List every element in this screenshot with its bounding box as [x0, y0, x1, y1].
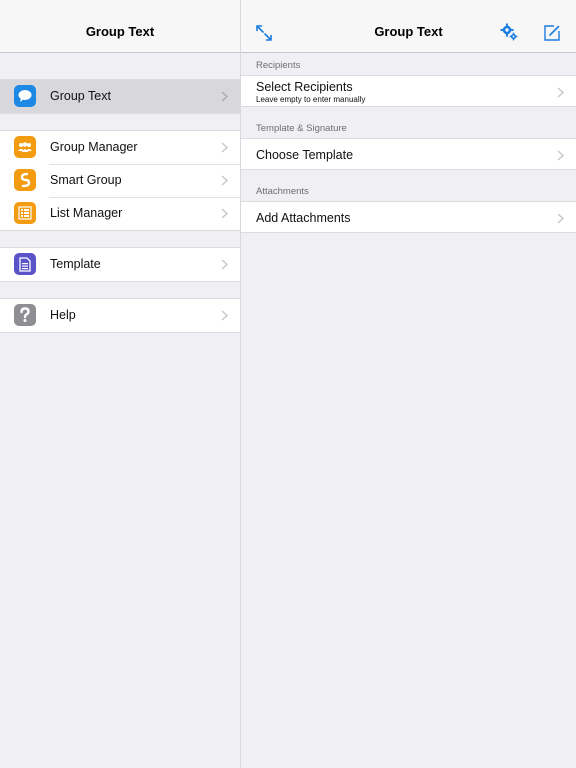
question-mark-icon: [14, 304, 36, 326]
menu-item-label: Group Text: [50, 89, 111, 103]
chevron-right-icon: [557, 87, 564, 98]
smart-group-icon: [14, 169, 36, 191]
section-header-template: Template & Signature: [256, 123, 347, 134]
chevron-right-icon: [557, 213, 564, 224]
chevron-right-icon: [221, 91, 228, 102]
menu-item-group-manager[interactable]: Group Manager: [0, 131, 240, 164]
people-icon: [14, 136, 36, 158]
menu-item-list-manager[interactable]: List Manager: [0, 197, 240, 230]
menu-item-label: Help: [50, 308, 76, 322]
gear-icon[interactable]: [500, 23, 518, 41]
chevron-right-icon: [221, 310, 228, 321]
chevron-right-icon: [557, 150, 564, 161]
choose-template-row[interactable]: Choose Template: [241, 138, 576, 170]
menu-item-label: List Manager: [50, 206, 123, 220]
menu-group-2: Group Manager Smart Group List Manager: [0, 130, 240, 231]
menu-item-label: Smart Group: [50, 173, 122, 187]
menu-item-group-text[interactable]: Group Text: [0, 80, 240, 113]
row-label: Add Attachments: [256, 211, 351, 225]
menu-group-1: Group Text: [0, 79, 240, 114]
menu-item-smart-group[interactable]: Smart Group: [0, 164, 240, 197]
chevron-right-icon: [221, 208, 228, 219]
split-view: Group Text Group Text Group Manager Smar…: [0, 0, 576, 768]
detail-title: Group Text: [374, 24, 443, 39]
compose-icon[interactable]: [543, 24, 561, 42]
speech-bubble-icon: [14, 85, 36, 107]
menu-item-help[interactable]: Help: [0, 299, 240, 332]
section-header-recipients: Recipients: [256, 60, 301, 71]
chevron-right-icon: [221, 259, 228, 270]
detail-navbar: Group Text: [241, 0, 576, 53]
row-sublabel: Leave empty to enter manually: [256, 95, 366, 104]
chevron-right-icon: [221, 142, 228, 153]
detail-pane: Group Text Recipients Select Recipients …: [241, 0, 576, 768]
section-header-attachments: Attachments: [256, 186, 309, 197]
menu-group-4: Help: [0, 298, 240, 333]
row-label: Select Recipients: [256, 80, 353, 94]
row-label: Choose Template: [256, 148, 354, 162]
menu-group-3: Template: [0, 247, 240, 282]
master-navbar: Group Text: [0, 0, 240, 53]
master-pane: Group Text Group Text Group Manager Smar…: [0, 0, 241, 768]
menu-item-label: Group Manager: [50, 140, 138, 154]
select-recipients-row[interactable]: Select Recipients Leave empty to enter m…: [241, 75, 576, 107]
add-attachments-row[interactable]: Add Attachments: [241, 201, 576, 233]
chevron-right-icon: [221, 175, 228, 186]
menu-item-label: Template: [50, 257, 101, 271]
master-title: Group Text: [85, 24, 155, 39]
list-icon: [14, 202, 36, 224]
document-icon: [14, 253, 36, 275]
menu-item-template[interactable]: Template: [0, 248, 240, 281]
